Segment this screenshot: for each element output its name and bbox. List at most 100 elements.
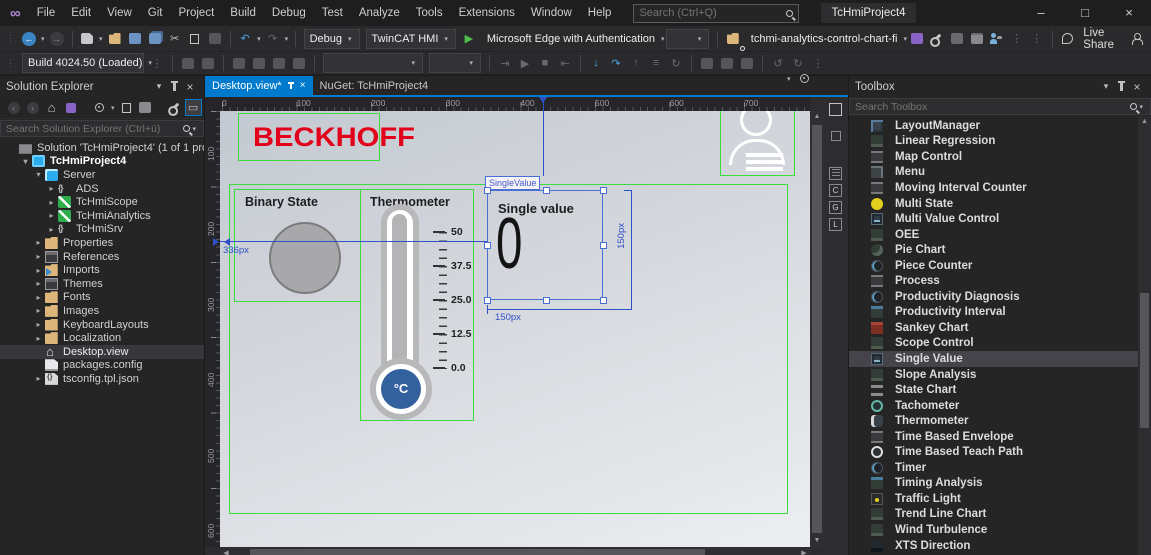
toolbox-item[interactable]: Menu xyxy=(849,165,1151,181)
binary-state-indicator[interactable] xyxy=(269,222,341,294)
se-switch-views-icon[interactable] xyxy=(62,99,79,116)
solution-platform-dropdown[interactable]: TwinCAT HMI ▾ xyxy=(365,28,456,49)
tab-list-dropdown-icon[interactable]: ▾ xyxy=(787,75,791,83)
start-icon[interactable]: ▶ xyxy=(516,53,534,73)
tree-item[interactable]: ▸ TcHmiScope xyxy=(0,195,204,209)
se-preview-icon[interactable] xyxy=(166,99,183,116)
activate-config-icon[interactable] xyxy=(230,53,248,73)
menu-item[interactable]: Tools xyxy=(408,3,451,23)
paste-icon[interactable] xyxy=(206,29,224,49)
menu-item[interactable]: Git xyxy=(140,3,171,23)
toolbox-item[interactable]: Map Control xyxy=(849,149,1151,165)
se-pending-changes-icon[interactable] xyxy=(91,99,108,116)
copy-icon[interactable] xyxy=(186,29,205,49)
se-forward-icon[interactable]: › xyxy=(24,99,41,116)
small-grid-icon[interactable] xyxy=(831,131,841,141)
team-icon[interactable] xyxy=(988,29,1006,49)
target-browser-icon[interactable] xyxy=(199,53,217,73)
canvas-vertical-scrollbar[interactable]: ▲ ▼ xyxy=(810,111,824,547)
scroll-down-icon[interactable]: ▼ xyxy=(810,535,824,547)
toolbox-search-dropdown-icon[interactable]: ▾ xyxy=(1139,103,1143,111)
account-icon[interactable] xyxy=(1128,29,1146,49)
toolbox-pin-icon[interactable] xyxy=(1118,80,1125,91)
design-canvas[interactable]: BECKHOFF Binary State Thermometer °C 50 … xyxy=(220,111,810,547)
expand-arrow-icon[interactable]: ▸ xyxy=(32,320,45,329)
quick-search-input[interactable] xyxy=(639,7,787,19)
list-view-icon[interactable] xyxy=(829,167,842,180)
resize-handle-s[interactable] xyxy=(543,297,550,304)
scroll-up-icon[interactable]: ▲ xyxy=(810,111,824,123)
wrench-icon[interactable] xyxy=(928,29,946,49)
tree-item[interactable]: ▸ Images xyxy=(0,304,204,318)
tree-item[interactable]: packages.config xyxy=(0,359,204,373)
toolbox-doc-icon-3[interactable] xyxy=(738,53,756,73)
toolbox-item[interactable]: Trend Line Chart xyxy=(849,507,1151,523)
se-search-dropdown-icon[interactable]: ▾ xyxy=(192,125,196,133)
briefcase-icon[interactable] xyxy=(968,29,986,49)
toolbox-item[interactable]: Timing Analysis xyxy=(849,476,1151,492)
toolbox-item[interactable]: Traffic Light xyxy=(849,491,1151,507)
se-home-icon[interactable]: ⌂ xyxy=(43,99,60,116)
toolbox-scrollbar[interactable]: ▲ xyxy=(1138,116,1151,555)
tab-pin-icon[interactable] xyxy=(287,82,294,89)
quick-search-box[interactable] xyxy=(633,3,800,23)
tree-item[interactable]: ▸ TcHmiSrv xyxy=(0,223,204,237)
terminal-icon[interactable] xyxy=(908,29,926,49)
se-back-icon[interactable]: ‹ xyxy=(5,99,22,116)
scroll-right-icon[interactable]: ▶ xyxy=(798,549,810,555)
menu-item[interactable]: Test xyxy=(314,3,351,23)
maximize-button[interactable]: □ xyxy=(1063,0,1107,26)
toolbox-search-box[interactable]: ▾ xyxy=(849,98,1151,115)
panel-dropdown-icon[interactable]: ▾ xyxy=(151,81,167,92)
expand-arrow-icon[interactable]: ▸ xyxy=(32,306,45,315)
minimize-button[interactable]: – xyxy=(1019,0,1063,26)
pin-icon[interactable] xyxy=(171,80,178,91)
tree-item[interactable]: ▾ TcHmiProject4 xyxy=(0,155,204,169)
refresh-left-icon[interactable]: ↺ xyxy=(769,53,787,73)
letter-l-icon[interactable]: L xyxy=(829,218,842,231)
expand-arrow-icon[interactable]: ▸ xyxy=(32,238,45,247)
toolbar-grip[interactable]: ⋮ xyxy=(6,33,15,44)
se-pending-changes-dropdown-icon[interactable]: ▾ xyxy=(111,104,115,112)
toolbar-overflow-icon-3[interactable]: ⋮ xyxy=(148,53,166,73)
target-system-dropdown[interactable]: ▾ xyxy=(323,53,423,73)
se-properties-icon[interactable] xyxy=(137,99,154,116)
breakpoints-list-icon[interactable]: ≡ xyxy=(647,53,665,73)
port-dropdown[interactable]: ▾ xyxy=(429,53,481,73)
save-all-button[interactable] xyxy=(146,29,164,49)
open-file-button[interactable] xyxy=(106,29,124,49)
toolbox-item[interactable]: Productivity Interval xyxy=(849,305,1151,321)
twincat-build-version-dropdown[interactable]: Build 4024.50 (Loaded) ▾ xyxy=(22,53,152,73)
binary-state-control[interactable]: Binary State xyxy=(234,189,361,302)
scan-icon[interactable] xyxy=(270,53,288,73)
thermometer-control[interactable]: Thermometer °C 50 37.5 25.0 12.5 0.0 xyxy=(360,189,474,421)
toolbox-item[interactable]: Productivity Diagnosis xyxy=(849,289,1151,305)
navigate-back-button[interactable]: ← xyxy=(20,29,38,49)
expand-arrow-icon[interactable]: ▸ xyxy=(45,198,58,207)
solution-explorer-search-input[interactable] xyxy=(6,122,184,135)
menu-item[interactable]: Window xyxy=(523,3,580,23)
toolbox-item[interactable]: Pie Chart xyxy=(849,242,1151,258)
toolbar-overflow-icon-4[interactable]: ⋮ xyxy=(809,53,827,73)
menu-item[interactable]: View xyxy=(99,3,140,23)
redo-button[interactable]: ↷ xyxy=(264,29,282,49)
letter-g-icon[interactable]: G xyxy=(829,201,842,214)
toolbox-item[interactable]: Process xyxy=(849,273,1151,289)
menu-item[interactable]: Build xyxy=(222,3,264,23)
horizontal-scroll-thumb[interactable] xyxy=(250,549,705,555)
vertical-scroll-thumb[interactable] xyxy=(812,125,822,533)
navigate-back-dropdown-icon[interactable]: ▾ xyxy=(41,35,45,43)
resize-handle-sw[interactable] xyxy=(484,297,491,304)
toolbox-item[interactable]: Thermometer xyxy=(849,413,1151,429)
menu-item[interactable]: File xyxy=(29,3,64,23)
link-project-icon[interactable] xyxy=(179,53,197,73)
tree-item[interactable]: Desktop.view xyxy=(0,344,204,359)
designer-settings-gear-icon[interactable] xyxy=(799,74,809,83)
menu-item[interactable]: Project xyxy=(170,3,222,23)
resize-handle-nw[interactable] xyxy=(484,187,491,194)
toolbox-item[interactable]: Single Value xyxy=(849,351,1151,367)
solution-configuration-dropdown[interactable]: Debug ▾ xyxy=(303,28,360,49)
document-tab[interactable]: NuGet: TcHmiProject4 × xyxy=(313,76,436,95)
scroll-left-icon[interactable]: ◀ xyxy=(220,549,232,555)
tree-item[interactable]: ▸ TcHmiAnalytics xyxy=(0,209,204,223)
